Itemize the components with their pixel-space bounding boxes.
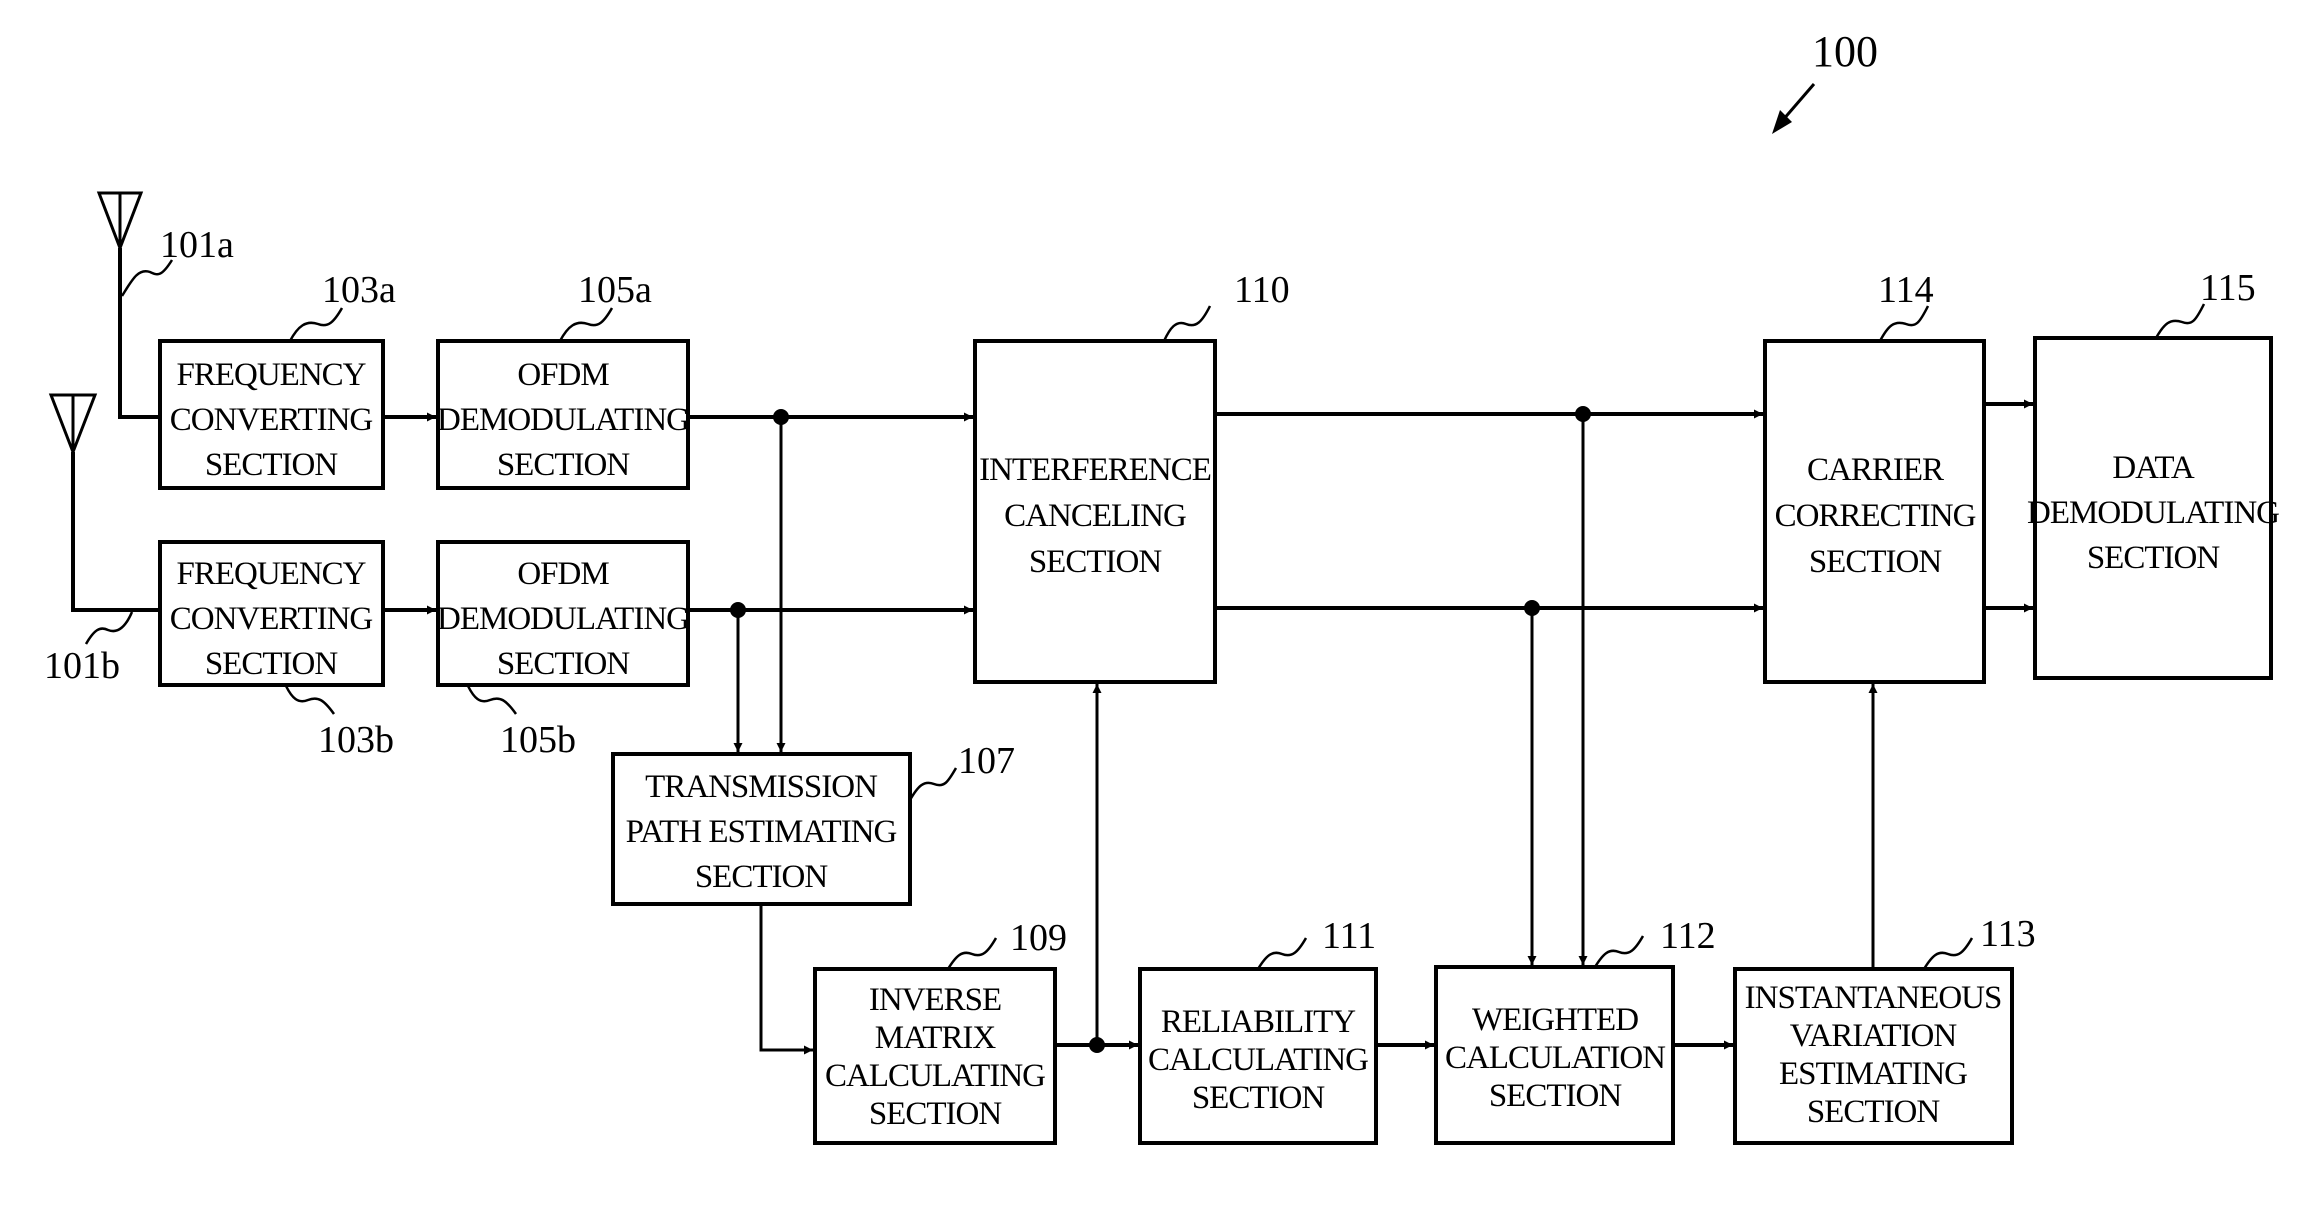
block-instantaneous-variation-estimating[interactable]: INSTANTANEOUS VARIATION ESTIMATING SECTI…: [1733, 913, 2036, 1145]
ref-label-109: 109: [1010, 917, 1067, 959]
block-label-line: SECTION: [1807, 1094, 1941, 1130]
antenna-b: 101b: [44, 393, 160, 687]
block-label-line: SECTION: [2087, 540, 2221, 576]
ref-label-111: 111: [1322, 915, 1376, 957]
block-label-line: FREQUENCY: [176, 556, 365, 592]
leader-line: [946, 937, 998, 970]
block-label-line: RELIABILITY: [1161, 1004, 1355, 1040]
block-label-line: PATH ESTIMATING: [626, 814, 897, 850]
block-label-line: WEIGHTED: [1472, 1002, 1638, 1038]
block-label-line: FREQUENCY: [176, 357, 365, 393]
ref-label-101a: 101a: [160, 224, 234, 266]
block-label-line: CALCULATING: [825, 1058, 1045, 1094]
block-interference-canceling[interactable]: INTERFERENCE CANCELING SECTION 110: [973, 269, 1290, 684]
ref-label-107: 107: [958, 740, 1015, 782]
block-carrier-correcting[interactable]: CARRIER CORRECTING SECTION 114: [1763, 269, 1986, 684]
block-label-line: DATA: [2112, 450, 2195, 486]
ref-label-113: 113: [1980, 913, 2036, 955]
leader-line: [466, 685, 518, 715]
block-ofdm-demodulating-a[interactable]: OFDM DEMODULATING SECTION 105a: [436, 269, 690, 490]
ref-label-103b: 103b: [318, 719, 394, 761]
block-label-line: SECTION: [1809, 544, 1943, 580]
block-label-line: CONVERTING: [170, 601, 373, 637]
block-label-line: CORRECTING: [1775, 498, 1976, 534]
block-label-line: DEMODULATING: [437, 601, 689, 637]
block-diagram: 100 101a 101b FREQUENCY CONVERTING SECTI…: [44, 27, 2280, 1145]
leader-line: [558, 307, 614, 342]
ref-label-114: 114: [1878, 269, 1934, 311]
block-label-line: SECTION: [497, 646, 631, 682]
block-label-line: SECTION: [497, 447, 631, 483]
block-label-line: SECTION: [205, 646, 339, 682]
ref-label-110: 110: [1234, 269, 1290, 311]
figure-reference: 100: [1772, 27, 1878, 134]
block-label-line: TRANSMISSION: [645, 769, 878, 805]
block-ofdm-demodulating-b[interactable]: OFDM DEMODULATING SECTION 105b: [436, 540, 690, 761]
block-weighted-calculation[interactable]: WEIGHTED CALCULATION SECTION 112: [1434, 915, 1716, 1145]
figure-reference-label: 100: [1812, 27, 1878, 76]
block-frequency-converting-a[interactable]: FREQUENCY CONVERTING SECTION 103a: [158, 269, 396, 490]
leader-line: [1593, 935, 1645, 968]
block-frequency-converting-b[interactable]: FREQUENCY CONVERTING SECTION 103b: [158, 540, 394, 761]
ref-label-115: 115: [2200, 267, 2256, 309]
ref-label-105a: 105a: [578, 269, 652, 311]
block-label-line: DEMODULATING: [437, 402, 689, 438]
antenna-b-wire: [71, 452, 160, 612]
block-label-line: ESTIMATING: [1779, 1056, 1967, 1092]
block-label-line: INSTANTANEOUS: [1745, 980, 2002, 1016]
ref-label-101b: 101b: [44, 645, 120, 687]
block-label-line: VARIATION: [1790, 1018, 1958, 1054]
leader-line: [84, 611, 134, 645]
leader-line: [1922, 937, 1974, 970]
leader-line: [1256, 937, 1308, 970]
block-label-line: DEMODULATING: [2027, 495, 2279, 531]
block-label-line: OFDM: [517, 556, 609, 592]
ref-label-103a: 103a: [322, 269, 396, 311]
block-reliability-calculating[interactable]: RELIABILITY CALCULATING SECTION 111: [1138, 915, 1378, 1145]
block-label-line: SECTION: [1489, 1078, 1623, 1114]
leader-line: [908, 767, 958, 801]
block-label-line: INVERSE: [869, 982, 1001, 1018]
leader-line: [284, 685, 336, 715]
ref-label-112: 112: [1660, 915, 1716, 957]
leader-line: [1878, 305, 1930, 342]
block-label-line: SECTION: [1192, 1080, 1326, 1116]
block-label-line: MATRIX: [875, 1020, 997, 1056]
block-label-line: SECTION: [869, 1096, 1003, 1132]
ref-label-105b: 105b: [500, 719, 576, 761]
block-label-line: CARRIER: [1807, 452, 1944, 488]
block-data-demodulating[interactable]: DATA DEMODULATING SECTION 115: [2027, 267, 2280, 680]
block-label-line: CALCULATING: [1148, 1042, 1368, 1078]
block-label-line: SECTION: [695, 859, 829, 895]
block-label-line: CONVERTING: [170, 402, 373, 438]
block-label-line: INTERFERENCE: [979, 452, 1211, 488]
block-label-line: SECTION: [1029, 544, 1163, 580]
leader-line: [1162, 305, 1212, 342]
block-label-line: SECTION: [205, 447, 339, 483]
block-transmission-path-estimating[interactable]: TRANSMISSION PATH ESTIMATING SECTION 107: [611, 740, 1015, 906]
block-inverse-matrix-calculating[interactable]: INVERSE MATRIX CALCULATING SECTION 109: [813, 917, 1067, 1145]
connector-107-109: [759, 904, 813, 1055]
leader-line: [2154, 303, 2206, 339]
block-label-line: OFDM: [517, 357, 609, 393]
block-label-line: CALCULATION: [1445, 1040, 1666, 1076]
block-label-line: CANCELING: [1004, 498, 1186, 534]
leader-line: [288, 307, 344, 342]
